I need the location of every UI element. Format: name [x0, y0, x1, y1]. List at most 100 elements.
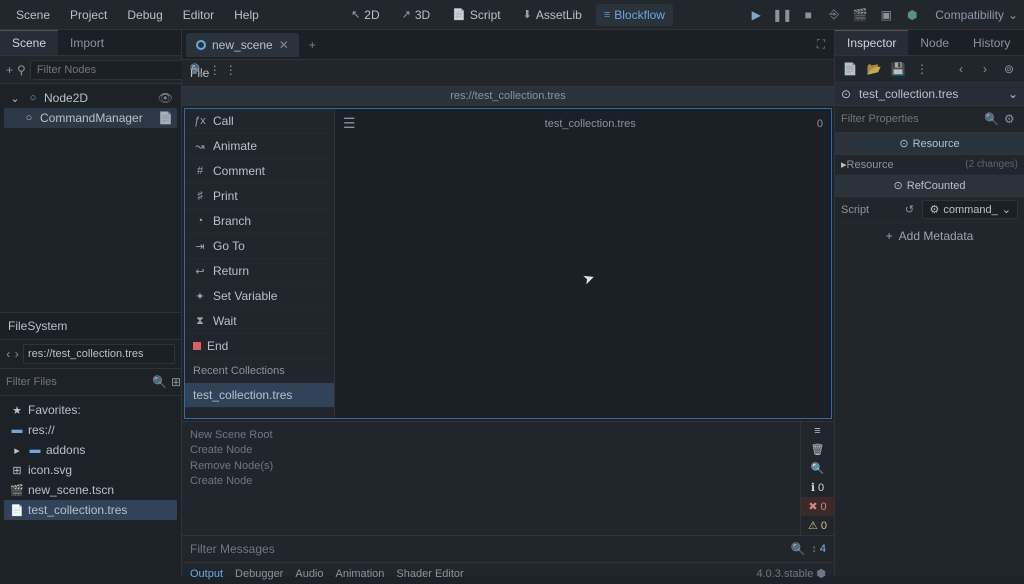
fs-root[interactable]: ▬res://: [4, 420, 177, 440]
filter-files-input[interactable]: [6, 376, 148, 388]
revert-icon[interactable]: ↺: [900, 201, 918, 219]
tool-icon[interactable]: ≡: [801, 422, 834, 440]
kebab-icon[interactable]: ⋮: [225, 61, 237, 79]
menu-debug[interactable]: Debug: [117, 2, 172, 28]
filter-nodes-input[interactable]: [30, 60, 186, 80]
cmd-goto[interactable]: ⇥Go To: [185, 234, 334, 259]
kebab-icon[interactable]: ⋮: [913, 60, 931, 78]
new-tab-button[interactable]: +: [301, 34, 324, 56]
editor-tab-new-scene[interactable]: new_scene ✕: [186, 33, 299, 57]
close-tab-button[interactable]: ✕: [279, 38, 289, 52]
cmd-comment[interactable]: #Comment: [185, 159, 334, 184]
tab-blockflow[interactable]: ≡Blockflow: [596, 4, 673, 26]
search-icon[interactable]: 🔍: [789, 540, 807, 558]
filter-properties-input[interactable]: [841, 113, 983, 125]
filter-messages-input[interactable]: Filter Messages: [190, 542, 785, 556]
path-input[interactable]: [23, 344, 175, 364]
error-count[interactable]: ✖0: [801, 497, 834, 516]
cmd-end[interactable]: End: [185, 334, 334, 359]
tree-node-root[interactable]: ⌄ ○ Node2D 👁: [4, 88, 177, 108]
stop-button[interactable]: ■: [799, 6, 817, 24]
save-resource-button[interactable]: 💾: [889, 60, 907, 78]
tab-node[interactable]: Node: [908, 31, 961, 55]
cmd-print[interactable]: ♯Print: [185, 184, 334, 209]
menu-project[interactable]: Project: [60, 2, 117, 28]
hist-menu-button[interactable]: ⊚: [1000, 60, 1018, 78]
cmd-set-variable[interactable]: ✦Set Variable: [185, 284, 334, 309]
recent-item[interactable]: test_collection.tres: [185, 383, 334, 408]
tab-scene[interactable]: Scene: [0, 30, 58, 55]
cmd-return[interactable]: ↩Return: [185, 259, 334, 284]
script-dropdown[interactable]: ⚙ command_ ⌄: [922, 200, 1018, 219]
fs-item-addons[interactable]: ▸▬addons: [4, 440, 177, 460]
message-index[interactable]: ↕4: [811, 540, 826, 558]
expand-icon[interactable]: ⛶: [812, 37, 830, 52]
fs-item-scene[interactable]: 🎬new_scene.tscn: [4, 480, 177, 500]
tab-assetlib[interactable]: ⬇AssetLib: [515, 4, 590, 26]
link-icon[interactable]: ⚲: [17, 61, 26, 79]
resource-icon: ⊙: [899, 137, 908, 150]
hist-fwd-button[interactable]: ›: [976, 60, 994, 78]
search-icon[interactable]: 🔍: [983, 110, 1001, 128]
search-log-icon[interactable]: 🔍: [801, 459, 834, 478]
tab-import[interactable]: Import: [58, 31, 116, 55]
filter-icon[interactable]: ⚙: [1001, 110, 1019, 128]
bottom-tab-shader[interactable]: Shader Editor: [396, 568, 463, 580]
tab-history[interactable]: History: [961, 31, 1022, 55]
script-icon: 📄: [452, 8, 466, 21]
play-custom-button[interactable]: ▣: [877, 6, 895, 24]
bottom-tab-output[interactable]: Output: [190, 568, 223, 580]
scene-tree: ⌄ ○ Node2D 👁 ○ CommandManager 📄: [0, 84, 181, 312]
add-node-button[interactable]: +: [6, 61, 13, 79]
tab-2d[interactable]: ↖2D: [343, 4, 388, 26]
section-refcounted[interactable]: ⊙RefCounted: [835, 175, 1024, 197]
back-button[interactable]: ‹: [6, 345, 11, 363]
fs-item-collection[interactable]: 📄test_collection.tres: [4, 500, 177, 520]
bottom-tab-animation[interactable]: Animation: [336, 568, 385, 580]
forward-button[interactable]: ›: [15, 345, 20, 363]
resource-row[interactable]: ▸ Resource (2 changes): [835, 155, 1024, 175]
chevron-down-icon: ⌄: [1008, 87, 1018, 101]
play-scene-button[interactable]: 🎬: [851, 6, 869, 24]
play-button[interactable]: ▶: [747, 6, 765, 24]
run-remote-button[interactable]: ⎆: [825, 6, 843, 24]
hist-back-button[interactable]: ‹: [952, 60, 970, 78]
cmd-animate[interactable]: ↝Animate: [185, 134, 334, 159]
node-icon: ○: [22, 112, 36, 124]
goto-icon: ⇥: [193, 240, 207, 253]
menu-scene[interactable]: Scene: [6, 2, 60, 28]
search-icon[interactable]: 🔍: [152, 373, 167, 391]
new-resource-button[interactable]: 📄: [841, 60, 859, 78]
canvas-count: 0: [817, 118, 823, 130]
tab-3d[interactable]: ↗3D: [394, 4, 439, 26]
inspector-path[interactable]: ⊙ test_collection.tres ⌄: [835, 83, 1024, 106]
menu-icon[interactable]: ⋮: [209, 61, 221, 79]
menu-editor[interactable]: Editor: [173, 2, 224, 28]
cmd-branch[interactable]: ◔Branch: [185, 209, 334, 234]
cmd-wait[interactable]: ⧗Wait: [185, 309, 334, 334]
bottom-tab-audio[interactable]: Audio: [295, 568, 323, 580]
bottom-tab-debugger[interactable]: Debugger: [235, 568, 283, 580]
script-attached-icon[interactable]: 📄: [158, 111, 173, 125]
clear-icon[interactable]: 🗑: [801, 440, 834, 459]
canvas-title: test_collection.tres: [364, 118, 817, 130]
pause-button[interactable]: ❚❚: [773, 6, 791, 24]
tree-node-child[interactable]: ○ CommandManager 📄: [4, 108, 177, 128]
renderer-dropdown[interactable]: Compatibility⌄: [935, 8, 1018, 22]
tab-inspector[interactable]: Inspector: [835, 30, 908, 55]
render-icon: ⬢: [903, 6, 921, 24]
file-menu[interactable]: File: [182, 60, 834, 87]
cmd-call[interactable]: ƒxCall: [185, 109, 334, 134]
open-resource-button[interactable]: 📂: [865, 60, 883, 78]
canvas[interactable]: ☰ test_collection.tres 0 ➤: [335, 109, 831, 418]
search-icon[interactable]: 🔍: [190, 61, 205, 79]
add-metadata-button[interactable]: + Add Metadata: [835, 223, 1024, 249]
info-count[interactable]: ℹ0: [801, 478, 834, 497]
tab-script[interactable]: 📄Script: [444, 4, 508, 26]
view-mode-icon[interactable]: ⊞: [171, 373, 181, 391]
menu-help[interactable]: Help: [224, 2, 269, 28]
visibility-icon[interactable]: 👁: [158, 91, 173, 105]
warning-count[interactable]: ⚠0: [801, 516, 834, 535]
section-resource[interactable]: ⊙Resource: [835, 133, 1024, 155]
fs-item-icon[interactable]: ⊞icon.svg: [4, 460, 177, 480]
